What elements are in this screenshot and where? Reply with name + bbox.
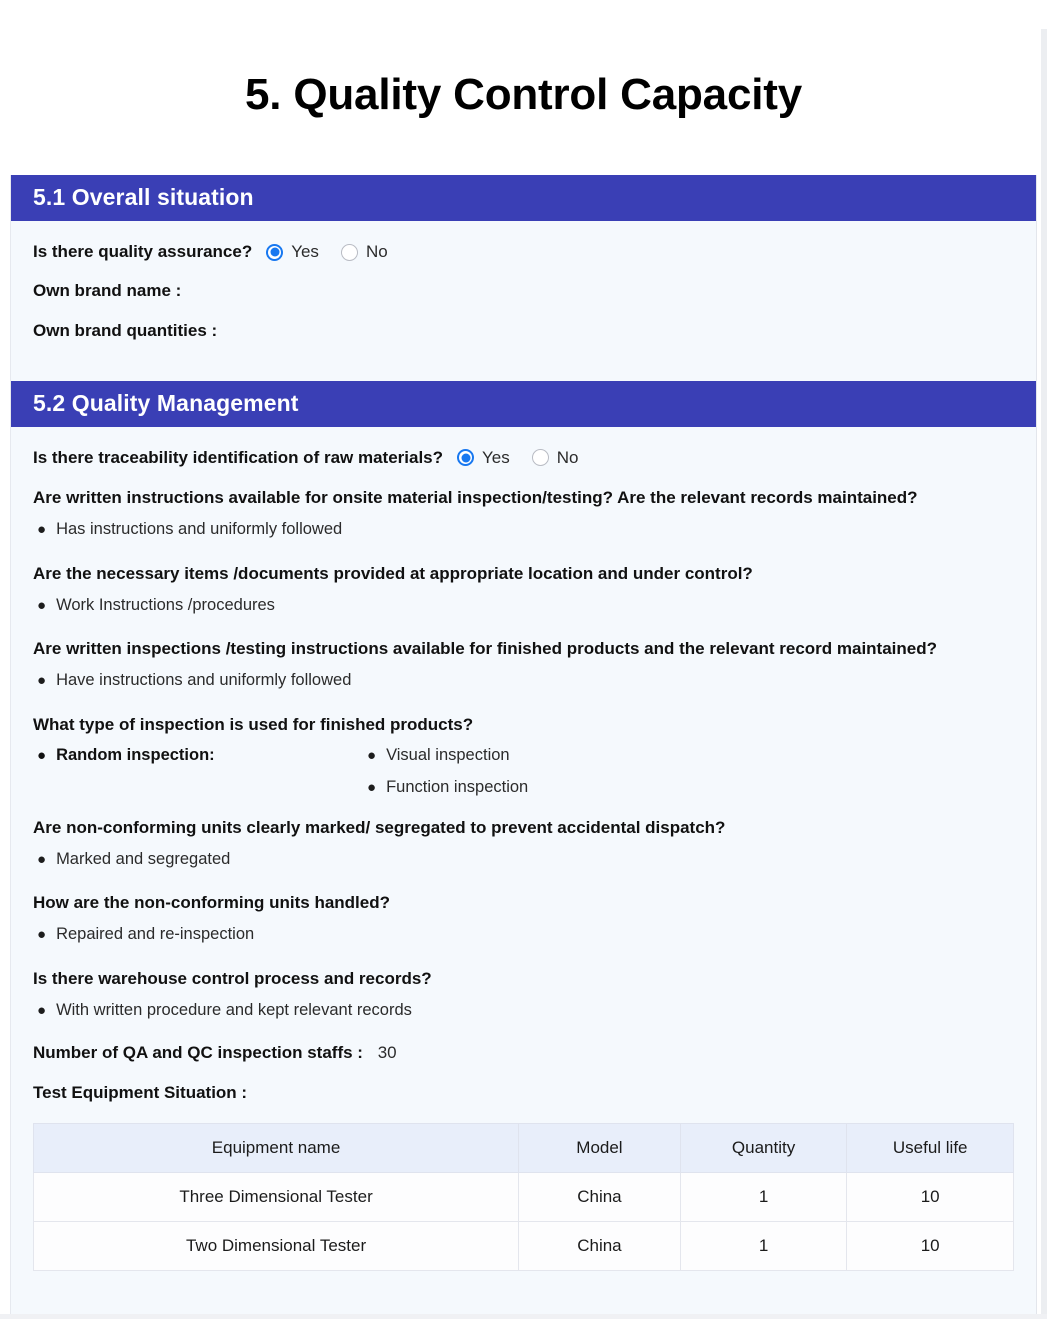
traceability-radio-group[interactable]: Yes No (457, 448, 578, 468)
radio-label-yes: Yes (291, 242, 319, 262)
qa-qc-staff-count-value: 30 (377, 1043, 397, 1063)
qa-answer-non-conforming-marked: ● Marked and segregated (37, 849, 1014, 870)
qa-answer-text: Have instructions and uniformly followed (56, 671, 352, 690)
table-header: Equipment name Model Quantity Useful lif… (32, 1123, 1014, 1174)
qa-answer-necessary-items: ● Work Instructions /procedures (37, 595, 1014, 616)
table-header-row: Equipment name Model Quantity Useful lif… (32, 1123, 1014, 1174)
qa-question-non-conforming-marked: Are non-conforming units clearly marked/… (33, 817, 726, 837)
column-header-model: Model (518, 1123, 681, 1174)
qa-answer-text: With written procedure and kept relevant… (56, 1000, 412, 1019)
radio-option-quality-assurance-yes[interactable]: Yes (266, 242, 319, 262)
qa-question-finished-product-inspection: Are written inspections /testing instruc… (33, 639, 938, 659)
table-row: Two Dimensional Tester China 1 10 (32, 1221, 1014, 1272)
radio-option-quality-assurance-no[interactable]: No (340, 242, 388, 262)
cell-equipment-name: Three Dimensional Tester (32, 1172, 520, 1223)
document-sheet: 5.1 Overall situation Is there quality a… (10, 175, 1037, 1316)
qa-question-non-conforming-handled: How are the non-conforming units handled… (33, 893, 390, 913)
cell-model: China (518, 1172, 681, 1223)
cell-useful-life: 10 (846, 1221, 1014, 1272)
quality-assurance-radio-group[interactable]: Yes No (266, 242, 388, 262)
bullet-icon: ● (367, 746, 377, 764)
radio-button-no[interactable] (340, 243, 358, 261)
test-equipment-table: Equipment name Model Quantity Useful lif… (32, 1123, 1014, 1272)
page-title: 5. Quality Control Capacity (245, 70, 802, 120)
own-brand-quantities-label: Own brand quantities : (33, 321, 218, 341)
test-equipment-label: Test Equipment Situation : (33, 1083, 248, 1103)
inspection-type-detail-column: ● Visual inspection ● Function inspectio… (367, 746, 1014, 797)
qa-answer-text: Repaired and re-inspection (56, 925, 255, 944)
bullet-icon: ● (37, 521, 47, 539)
qa-answer-text: Has instructions and uniformly followed (56, 520, 343, 539)
qa-answer-non-conforming-handled: ● Repaired and re-inspection (37, 924, 1014, 945)
traceability-question-row: Is there traceability identification of … (33, 447, 1014, 469)
bullet-icon: ● (37, 926, 47, 944)
quality-assurance-label: Is there quality assurance? (33, 242, 253, 262)
radio-label-no: No (365, 242, 388, 262)
radio-button-no[interactable] (531, 449, 549, 467)
qa-answer-material-inspection: ● Has instructions and uniformly followe… (37, 519, 1014, 540)
qa-answer-warehouse-control: ● With written procedure and kept releva… (37, 1000, 1014, 1021)
radio-option-traceability-yes[interactable]: Yes (457, 448, 510, 468)
radio-option-traceability-no[interactable]: No (531, 447, 579, 468)
inspection-type-answer-grid: ● Random inspection: ● Visual inspection… (37, 746, 1014, 797)
radio-label-yes: Yes (482, 447, 510, 467)
inspection-type-primary: ● Random inspection: (37, 746, 367, 765)
inspection-detail-text: Visual inspection (386, 745, 510, 764)
document-page: 5. Quality Control Capacity 5.1 Overall … (0, 29, 1047, 1319)
inspection-type-primary-text: Random inspection: (56, 745, 215, 764)
qa-answer-text: Work Instructions /procedures (56, 595, 275, 614)
qa-qc-staff-count-label: Number of QA and QC inspection staffs : (33, 1043, 363, 1063)
cell-useful-life: 10 (846, 1172, 1014, 1223)
column-header-quantity: Quantity (679, 1123, 848, 1174)
cell-quantity: 1 (679, 1221, 848, 1272)
test-equipment-table-wrapper: Equipment name Model Quantity Useful lif… (32, 1123, 1014, 1297)
qa-answer-text: Marked and segregated (56, 849, 231, 868)
bullet-icon: ● (37, 1001, 47, 1019)
column-header-equipment-name: Equipment name (32, 1123, 520, 1174)
qa-answer-finished-product-inspection: ● Have instructions and uniformly follow… (37, 670, 1014, 691)
own-brand-name-label: Own brand name : (33, 281, 182, 301)
bullet-icon: ● (37, 850, 47, 868)
column-header-useful-life: Useful life (846, 1123, 1014, 1174)
table-body: Three Dimensional Tester China 1 10 Two … (32, 1172, 1014, 1272)
section-body-overall-situation: Is there quality assurance? Yes No Own b… (11, 221, 1036, 381)
quality-assurance-question-row: Is there quality assurance? Yes No (33, 241, 1014, 263)
bullet-icon: ● (367, 778, 377, 796)
cell-equipment-name: Two Dimensional Tester (32, 1221, 520, 1272)
radio-button-yes[interactable] (266, 243, 284, 261)
cell-quantity: 1 (679, 1172, 848, 1223)
section-header-overall-situation: 5.1 Overall situation (11, 175, 1036, 222)
section-body-quality-management: Is there traceability identification of … (11, 427, 1036, 1315)
inspection-detail-text: Function inspection (386, 777, 529, 796)
table-row: Three Dimensional Tester China 1 10 (32, 1172, 1014, 1223)
inspection-type-primary-column: ● Random inspection: (37, 746, 367, 797)
radio-label-no: No (556, 447, 579, 467)
qa-qc-staff-count-row: Number of QA and QC inspection staffs : … (33, 1043, 1014, 1063)
bullet-icon: ● (37, 596, 47, 614)
scrollbar-track-right[interactable] (1041, 29, 1047, 1319)
qa-question-inspection-type: What type of inspection is used for fini… (33, 714, 474, 734)
bullet-icon: ● (37, 672, 47, 690)
section-header-quality-management: 5.2 Quality Management (11, 381, 1036, 427)
cell-model: China (518, 1221, 681, 1272)
qa-question-warehouse-control: Is there warehouse control process and r… (33, 968, 432, 988)
bullet-icon: ● (37, 746, 47, 764)
radio-button-yes[interactable] (457, 449, 475, 467)
page-bottom-edge (0, 1314, 1047, 1319)
inspection-detail-visual: ● Visual inspection (367, 746, 1014, 765)
qa-question-necessary-items: Are the necessary items /documents provi… (33, 563, 753, 583)
traceability-label: Is there traceability identification of … (33, 447, 444, 467)
qa-question-material-inspection: Are written instructions available for o… (33, 488, 918, 508)
inspection-detail-function: ● Function inspection (367, 778, 1014, 797)
